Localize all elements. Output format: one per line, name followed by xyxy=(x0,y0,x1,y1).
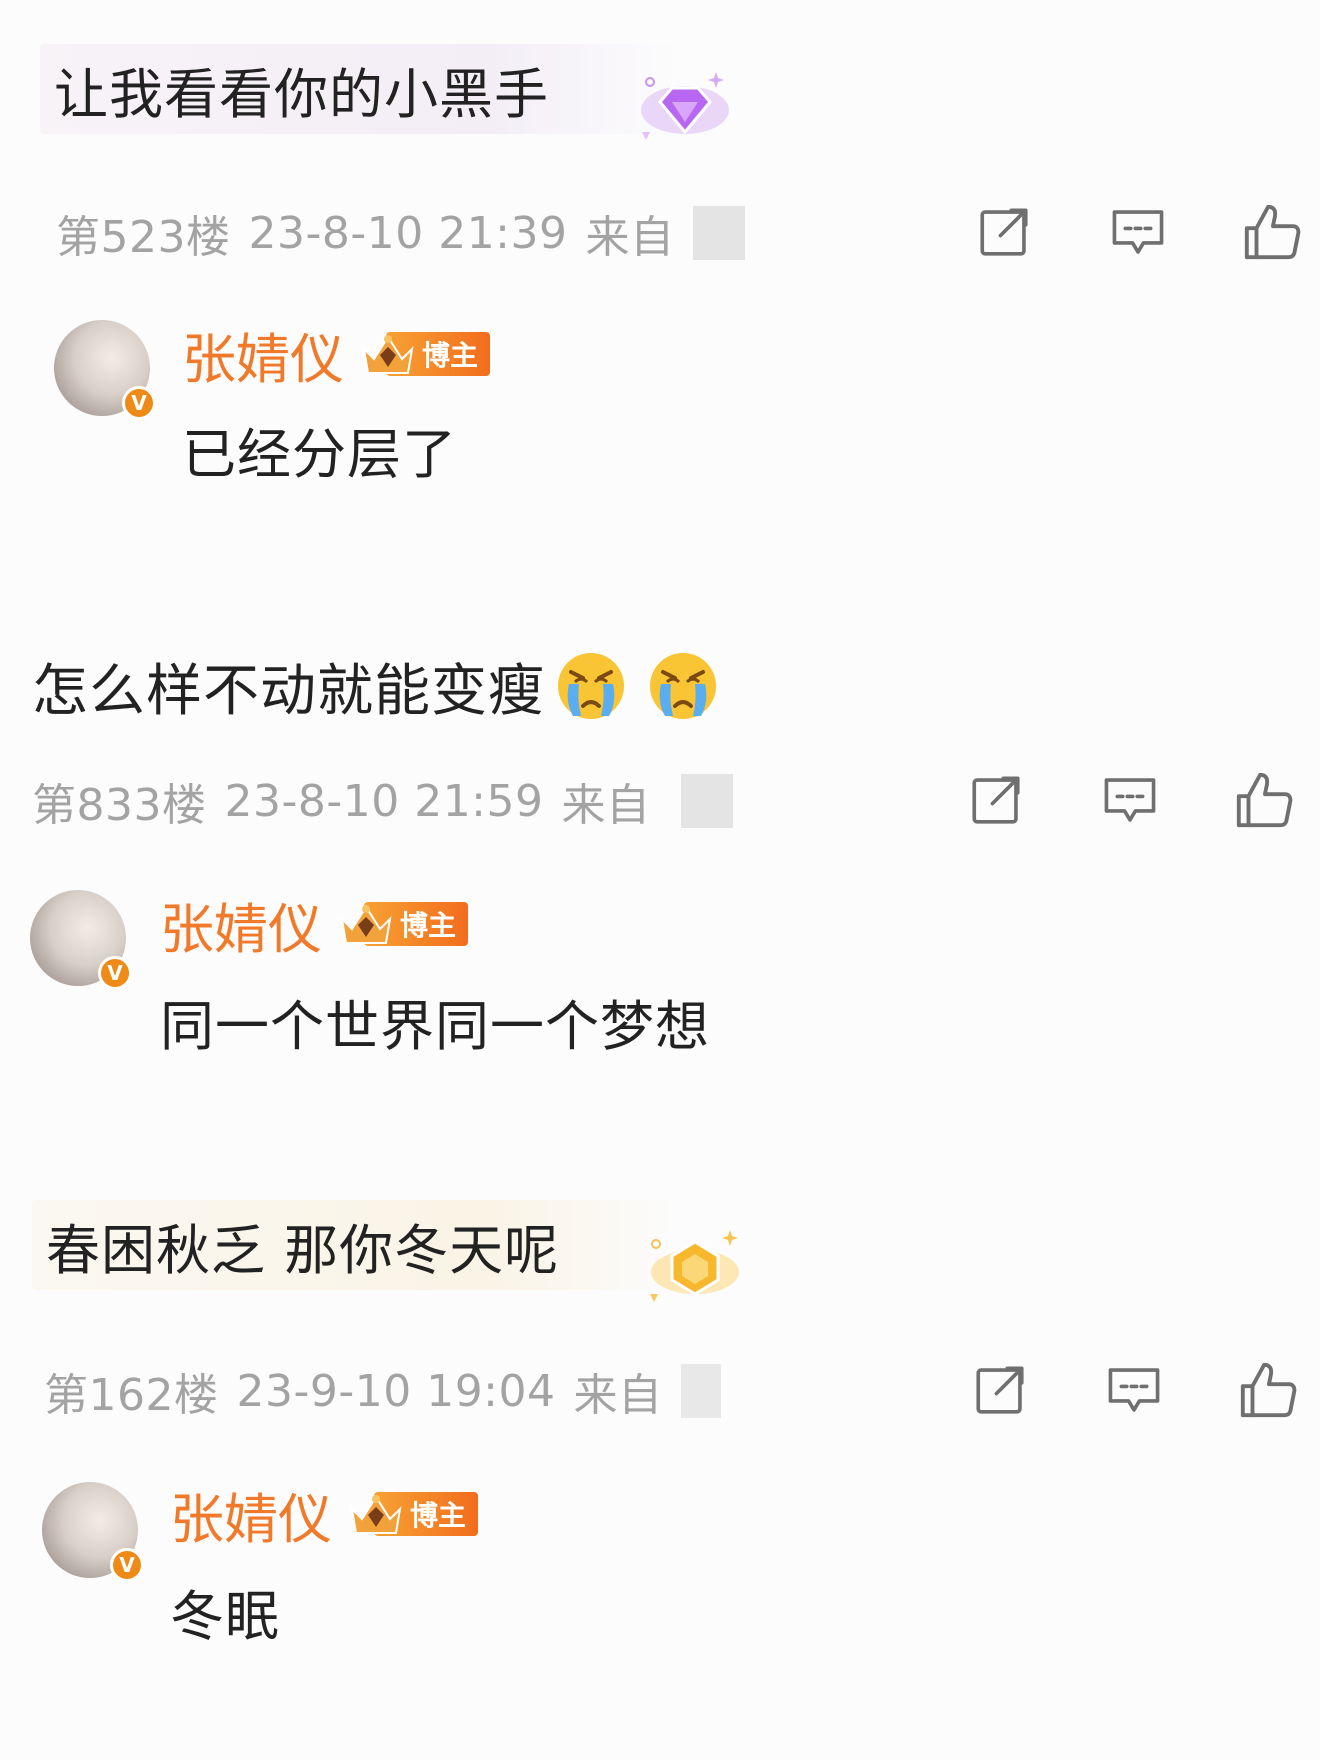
share-icon xyxy=(971,1361,1029,1419)
comment-source: 来自 xyxy=(585,212,675,263)
comment-datetime: 23-9-10 19:04 xyxy=(236,1365,556,1417)
comment-meta: 第833楼 23-8-10 21:59 来自 xyxy=(32,768,733,834)
verified-badge: V xyxy=(122,386,156,420)
comment-actions xyxy=(894,768,1296,832)
reply-text: 冬眠 xyxy=(170,1585,280,1648)
blogger-tag: 博主 xyxy=(336,899,469,949)
comment-meta: 第523楼 23-8-10 21:39 来自 xyxy=(56,200,745,266)
comment-bubble[interactable]: 怎么样不动就能变瘦 xyxy=(32,644,719,728)
avatar[interactable]: V xyxy=(54,320,156,420)
comment-source: 来自 xyxy=(561,780,651,831)
reply-author: 张婧仪 博主 xyxy=(170,1478,479,1551)
reply-text: 已经分层了 xyxy=(182,423,457,486)
reply-text: 同一个世界同一个梦想 xyxy=(160,995,710,1058)
comment-icon xyxy=(1101,771,1159,829)
avatar[interactable]: V xyxy=(42,1482,144,1582)
comment-actions xyxy=(902,200,1304,264)
comment-text: 让我看看你的小黑手 xyxy=(54,62,549,126)
comment-datetime: 23-8-10 21:59 xyxy=(224,775,544,827)
floor-number: 第162楼 xyxy=(44,1370,219,1421)
comment-text: 怎么样不动就能变瘦 xyxy=(32,658,545,724)
comment-button[interactable] xyxy=(1102,1358,1166,1422)
comment-bubble[interactable]: 春困秋乏 那你冬天呢 xyxy=(32,1200,682,1290)
blogger-tag: 博主 xyxy=(346,1489,479,1539)
like-button[interactable] xyxy=(1236,1358,1300,1422)
share-button[interactable] xyxy=(964,768,1028,832)
crown-badge-icon xyxy=(358,329,418,379)
share-icon xyxy=(967,771,1025,829)
blurred-source xyxy=(692,206,745,260)
share-button[interactable] xyxy=(968,1358,1032,1422)
crown-badge-icon xyxy=(336,899,396,949)
comment-bubble[interactable]: 让我看看你的小黑手 xyxy=(40,44,680,134)
comment-meta: 第162楼 23-9-10 19:04 来自 xyxy=(44,1358,721,1424)
share-button[interactable] xyxy=(972,200,1036,264)
verified-badge: V xyxy=(110,1548,144,1582)
blurred-source xyxy=(680,774,733,828)
comment-icon xyxy=(1109,203,1167,261)
reply-author: 张婧仪 博主 xyxy=(160,888,469,961)
thumbs-up-icon xyxy=(1237,1359,1299,1421)
gold-fan-badge-icon xyxy=(640,1222,750,1312)
crying-face-emoji-icon xyxy=(647,650,719,722)
comment-source: 来自 xyxy=(573,1370,663,1421)
thumbs-up-icon xyxy=(1241,201,1303,263)
purple-diamond-fan-badge-icon xyxy=(630,62,740,152)
share-icon xyxy=(975,203,1033,261)
comment-text: 春困秋乏 那你冬天呢 xyxy=(46,1218,560,1282)
comment-actions xyxy=(898,1358,1300,1422)
blurred-source xyxy=(680,1364,721,1418)
comment-icon xyxy=(1105,1361,1163,1419)
avatar[interactable]: V xyxy=(30,890,132,990)
like-button[interactable] xyxy=(1232,768,1296,832)
floor-number: 第833楼 xyxy=(32,780,207,831)
floor-number: 第523楼 xyxy=(56,212,231,263)
thumbs-up-icon xyxy=(1233,769,1295,831)
comment-datetime: 23-8-10 21:39 xyxy=(248,207,568,259)
comment-button[interactable] xyxy=(1098,768,1162,832)
verified-badge: V xyxy=(98,956,132,990)
comment-button[interactable] xyxy=(1106,200,1170,264)
reply-author: 张婧仪 博主 xyxy=(182,318,491,391)
reply-author-name[interactable]: 张婧仪 xyxy=(170,1475,332,1554)
blogger-tag: 博主 xyxy=(358,329,491,379)
crying-face-emoji-icon xyxy=(555,650,627,722)
reply-author-name[interactable]: 张婧仪 xyxy=(160,885,322,964)
like-button[interactable] xyxy=(1240,200,1304,264)
crown-badge-icon xyxy=(346,1489,406,1539)
reply-author-name[interactable]: 张婧仪 xyxy=(182,315,344,394)
